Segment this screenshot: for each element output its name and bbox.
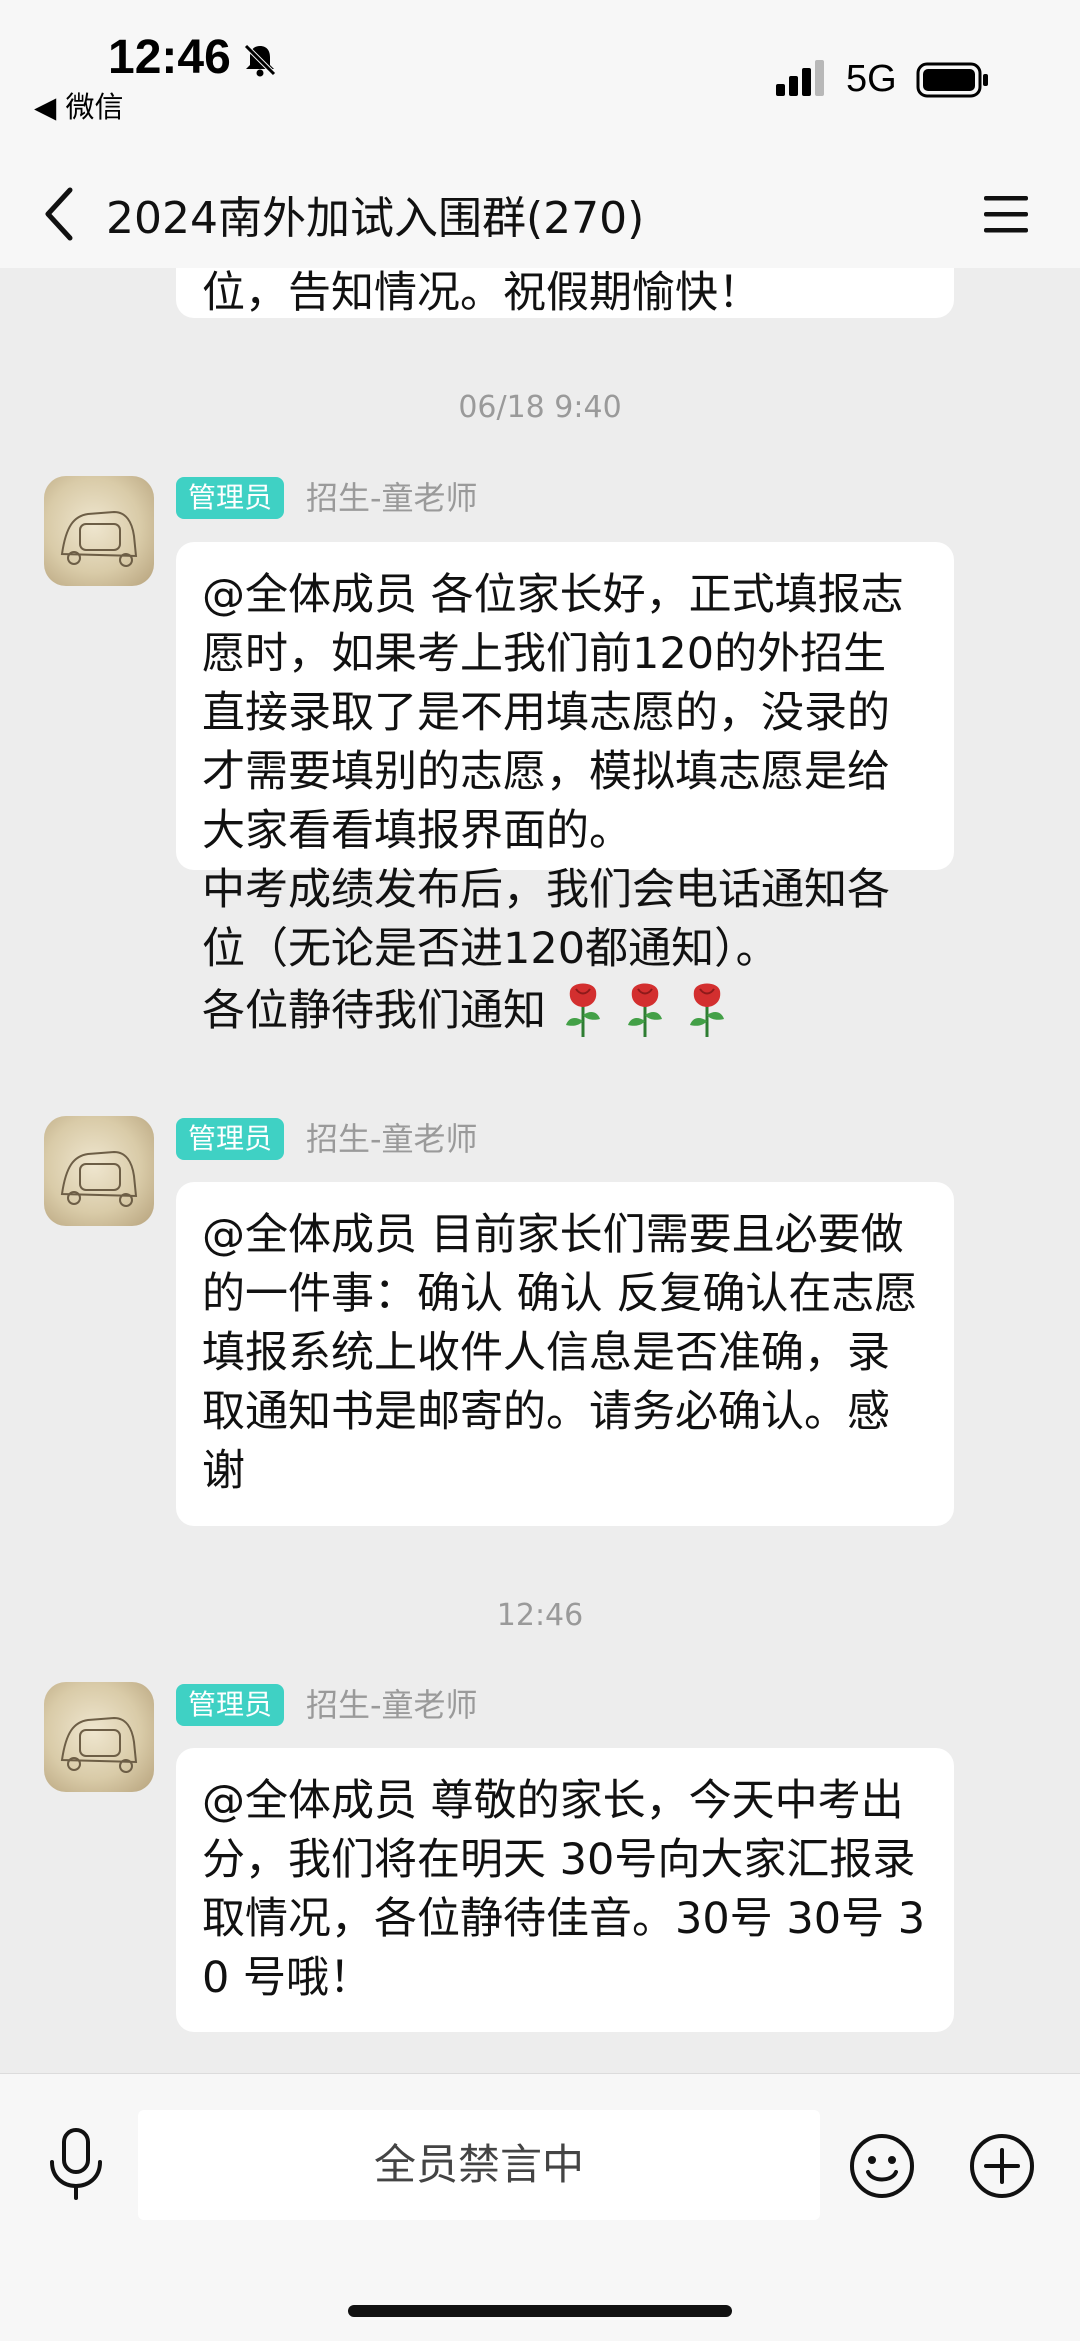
avatar[interactable] <box>44 1116 154 1226</box>
battery-icon <box>916 62 988 98</box>
timestamp: 12:46 <box>496 1598 584 1633</box>
message-bubble[interactable]: @全体成员 各位家长好，正式填报志愿时，如果考上我们前120的外招生直接录取了是… <box>176 542 954 1037</box>
avatar[interactable] <box>44 1682 154 1792</box>
avatar-sketch-icon <box>60 1150 138 1207</box>
timestamp: 06/18 9:40 <box>458 390 622 425</box>
chat-message-list[interactable]: 位，告知情况。祝假期愉快！ 06/18 9:40 管理员 招生-童老师 @全体成… <box>0 268 1080 2073</box>
voice-icon[interactable] <box>44 2126 108 2202</box>
muted-input-field: 全员禁言中 <box>138 2110 820 2220</box>
rose-emoji-group <box>546 983 732 1037</box>
status-bar: 12:46 ◀ 微信 5G <box>0 0 1080 160</box>
network-label: 5G <box>846 58 897 100</box>
menu-icon[interactable] <box>980 188 1032 240</box>
home-indicator[interactable] <box>348 2305 732 2317</box>
admin-badge: 管理员 <box>176 1684 285 1726</box>
status-time: 12:46 <box>108 31 231 84</box>
input-bar: 全员禁言中 <box>0 2073 1080 2341</box>
sender-name[interactable]: 招生-童老师 <box>306 477 478 519</box>
back-to-app-link[interactable]: ◀ 微信 <box>34 84 124 126</box>
plus-icon[interactable] <box>968 2132 1036 2200</box>
previous-message-bubble[interactable]: 位，告知情况。祝假期愉快！ <box>176 268 954 318</box>
admin-badge: 管理员 <box>176 477 285 519</box>
message-text: @全体成员 目前家长们需要且必要做的一件事：确认 确认 反复确认在志愿填报系统上… <box>202 1210 918 1496</box>
message-text: @全体成员 各位家长好，正式填报志愿时，如果考上我们前120的外招生直接录取了是… <box>202 570 904 1036</box>
message-text: @全体成员 尊敬的家长，今天中考出分，我们将在明天 30号向大家汇报录取情况，各… <box>202 1776 926 2003</box>
admin-badge: 管理员 <box>176 1118 285 1160</box>
avatar-sketch-icon <box>60 510 138 567</box>
back-chevron-icon[interactable] <box>40 182 80 246</box>
avatar[interactable] <box>44 476 154 586</box>
sender-name[interactable]: 招生-童老师 <box>306 1118 478 1160</box>
message-bubble[interactable]: @全体成员 目前家长们需要且必要做的一件事：确认 确认 反复确认在志愿填报系统上… <box>176 1182 954 1526</box>
bell-muted-icon <box>244 44 276 77</box>
previous-message-text: 位，告知情况。祝假期愉快！ <box>202 268 761 318</box>
rose-icon <box>628 983 662 1037</box>
avatar-sketch-icon <box>60 1716 138 1773</box>
message-bubble[interactable]: @全体成员 尊敬的家长，今天中考出分，我们将在明天 30号向大家汇报录取情况，各… <box>176 1748 954 2032</box>
rose-icon <box>690 983 724 1037</box>
rose-icon <box>566 983 600 1037</box>
signal-icon <box>776 60 824 96</box>
chat-title: 2024南外加试入围群(270) <box>106 193 645 244</box>
sender-name[interactable]: 招生-童老师 <box>306 1684 478 1726</box>
emoji-icon[interactable] <box>848 2132 916 2200</box>
chat-header: 2024南外加试入围群(270) <box>0 160 1080 268</box>
